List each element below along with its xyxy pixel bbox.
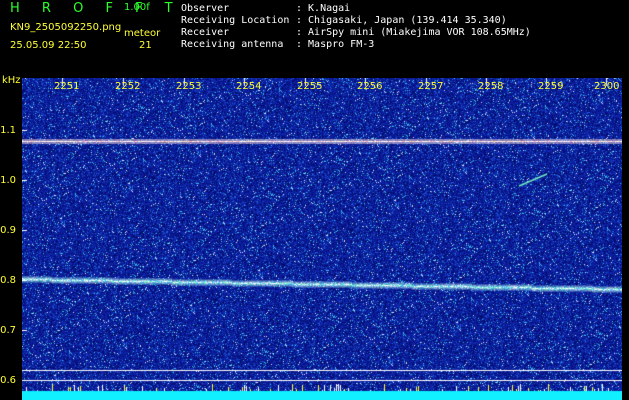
receiver-value: : AirSpy mini (Miakejima VOR 108.65MHz) xyxy=(296,27,531,38)
hrofft-window: H R O F F T 1.00f KN9_2505092250.png 25.… xyxy=(0,0,629,400)
x-tick-label: 2255 xyxy=(297,81,323,92)
meteor-label: meteor xyxy=(124,28,161,39)
y-tick-label: 0.6 xyxy=(0,375,16,386)
location-key: Receiving Location xyxy=(181,15,290,26)
app-version: 1.00f xyxy=(124,2,150,13)
x-tick-label: 2257 xyxy=(418,81,444,92)
antenna-value: : Maspro FM-3 xyxy=(296,39,375,50)
y-axis-unit: kHz xyxy=(2,75,21,86)
x-tick-label: 2259 xyxy=(538,81,564,92)
receiver-key: Receiver xyxy=(181,27,230,38)
x-tick-label: 2258 xyxy=(478,81,504,92)
file-datetime: 25.05.09 22:50 xyxy=(10,40,87,51)
observer-value: : K.Nagai xyxy=(296,3,351,14)
y-tick-label: 0.9 xyxy=(0,225,16,236)
x-tick-label: 2256 xyxy=(357,81,383,92)
y-tick-label: 1.1 xyxy=(0,125,16,136)
app-logo: H R O F F T xyxy=(10,1,182,16)
y-tick-label: 1.0 xyxy=(0,175,16,186)
spectrogram xyxy=(22,78,622,400)
y-tick-label: 0.8 xyxy=(0,275,16,286)
x-tick-label: 2252 xyxy=(115,81,141,92)
x-tick-label: 2253 xyxy=(176,81,202,92)
y-tick-label: 0.7 xyxy=(0,325,16,336)
antenna-key: Receiving antenna xyxy=(181,39,284,50)
file-name: KN9_2505092250.png xyxy=(10,22,122,33)
location-value: : Chigasaki, Japan (139.414 35.340) xyxy=(296,15,507,26)
x-tick-label: 2254 xyxy=(236,81,262,92)
meteor-count: 21 xyxy=(139,40,152,51)
x-tick-label: 2300 xyxy=(594,81,620,92)
x-tick-label: 2251 xyxy=(54,81,80,92)
observer-key: Observer xyxy=(181,3,230,14)
